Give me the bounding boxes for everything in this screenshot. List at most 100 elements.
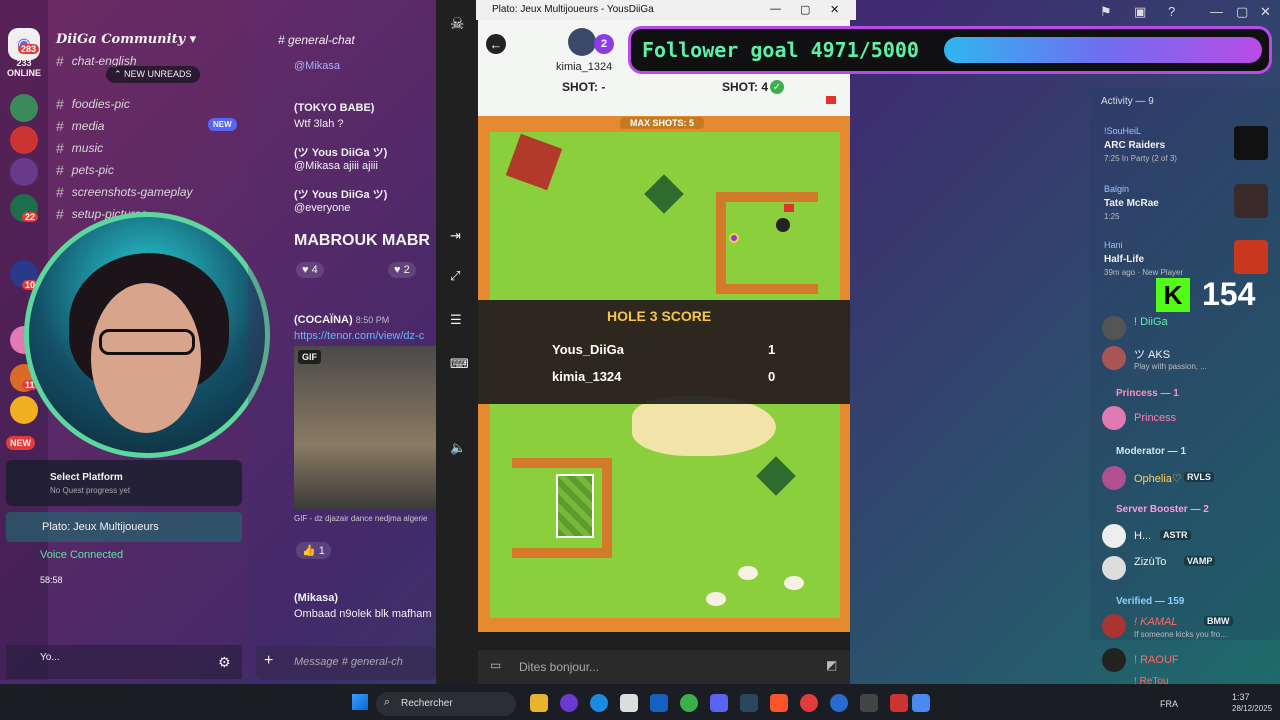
message-author[interactable]: (Mikasa) <box>294 592 338 604</box>
channel-media[interactable]: # media <box>56 118 104 134</box>
close-app-button[interactable]: ✕ <box>1260 4 1271 20</box>
window-left-toolbar <box>436 0 478 684</box>
score-player-name: Yous_DiiGa <box>552 342 625 357</box>
gif-embed[interactable] <box>294 346 436 510</box>
minimize-button[interactable]: — <box>770 3 781 15</box>
activity-user[interactable]: !SouHeiL <box>1104 126 1141 136</box>
keyboard-icon[interactable]: ⌨ <box>450 356 469 372</box>
inbox-icon[interactable]: ⚑ <box>1100 4 1112 20</box>
back-arrow-icon[interactable]: ← <box>486 34 506 54</box>
help-icon[interactable]: ? <box>1168 4 1175 19</box>
message-author[interactable]: (COCAÏNA) 8:50 PM <box>294 314 389 326</box>
channel-pets-pic[interactable]: # pets-pic <box>56 162 114 178</box>
shot-count-right: SHOT: 4 <box>722 80 769 94</box>
heart-reaction[interactable]: ♥ 4 <box>296 262 324 278</box>
member-name[interactable]: ! DiiGa <box>1134 316 1168 328</box>
channel-foodies-pic[interactable]: # foodies-pic <box>56 96 130 112</box>
maximize-button[interactable]: ▢ <box>800 3 810 16</box>
steam-icon[interactable] <box>740 694 758 712</box>
plato-taskbar-icon[interactable] <box>912 694 930 712</box>
member-tag: VAMP <box>1184 556 1216 566</box>
exit-icon[interactable]: ⇥ <box>450 228 461 244</box>
app-icon[interactable] <box>830 694 848 712</box>
activity-user[interactable]: Balgin <box>1104 184 1129 194</box>
activity-section-title: Activity — 9 <box>1101 96 1154 107</box>
add-attachment-icon[interactable]: + <box>264 652 273 670</box>
activity-user[interactable]: Hani <box>1104 240 1123 250</box>
gif-link[interactable]: https://tenor.com/view/dz-c <box>294 330 424 342</box>
windows-start-icon[interactable] <box>352 694 368 710</box>
discord-icon[interactable] <box>710 694 728 712</box>
server-icon[interactable] <box>10 94 38 122</box>
speaker-icon[interactable]: 🔈 <box>450 440 466 456</box>
member-tag: ASTR <box>1160 530 1191 540</box>
mail-icon[interactable] <box>650 694 668 712</box>
player-avatar[interactable] <box>568 28 596 56</box>
member-name[interactable]: Ophelia♡ <box>1134 472 1182 485</box>
member-name[interactable]: Princess <box>1134 412 1176 424</box>
reaction[interactable]: ♥ 2 <box>388 262 416 278</box>
avatar[interactable] <box>1102 316 1126 340</box>
member-name[interactable]: ! KAMAL <box>1134 616 1177 628</box>
message-mention[interactable]: @Mikasa <box>294 60 340 72</box>
channel-screenshots-gameplay[interactable]: # screenshots-gameplay <box>56 184 193 200</box>
message-author[interactable]: (ツ Yous DiiGa ツ) <box>294 144 387 160</box>
file-explorer-icon[interactable] <box>530 694 548 712</box>
avatar[interactable] <box>1102 648 1126 672</box>
avatar[interactable] <box>1102 466 1126 490</box>
message-author[interactable]: (TOKYO BABE) <box>294 102 374 114</box>
server-icon[interactable] <box>10 158 38 186</box>
check-icon: ✓ <box>770 80 784 94</box>
music-thumbnail <box>1234 184 1268 218</box>
chrome-icon[interactable] <box>680 694 698 712</box>
expand-icon[interactable]: ⤢ <box>450 268 460 284</box>
new-unreads-pill[interactable]: ⌃ NEW UNREADS <box>106 66 200 83</box>
brave-icon[interactable] <box>770 694 788 712</box>
member-name[interactable]: ツ AKS <box>1134 346 1170 362</box>
opera-icon[interactable] <box>800 694 818 712</box>
member-name[interactable]: H... <box>1134 530 1151 542</box>
quest-card[interactable] <box>6 460 242 506</box>
gif-reaction[interactable]: 👍 1 <box>296 542 331 559</box>
app-icon[interactable] <box>890 694 908 712</box>
activity-name: Plato: Jeux Multijoueurs <box>42 521 159 533</box>
language-indicator[interactable]: FRA <box>1160 699 1178 709</box>
course-wall <box>716 192 726 292</box>
sheep-obstacle <box>784 576 804 590</box>
avatar[interactable] <box>1102 406 1126 430</box>
avatar[interactable] <box>1102 614 1126 638</box>
app-icon[interactable] <box>560 694 578 712</box>
edge-icon[interactable] <box>590 694 608 712</box>
settings-gear-icon[interactable]: ⚙ <box>218 654 231 671</box>
user-name[interactable]: Yo... <box>40 652 60 663</box>
sliders-icon[interactable]: ☰ <box>450 312 462 328</box>
avatar[interactable] <box>1102 346 1126 370</box>
avatar[interactable] <box>1102 524 1126 548</box>
voice-connected-status[interactable]: Voice Connected <box>40 549 123 561</box>
message-text: @everyone <box>294 202 351 214</box>
shot-count-left: SHOT: - <box>562 80 606 94</box>
screen-icon[interactable]: ▣ <box>1134 4 1146 20</box>
avatar[interactable] <box>1102 556 1126 580</box>
close-button[interactable]: ✕ <box>830 3 839 16</box>
course-wall <box>512 548 612 558</box>
member-name[interactable]: ZizùTo <box>1134 556 1166 568</box>
skull-icon[interactable]: ☠ <box>450 14 464 34</box>
minimize-app-button[interactable]: — <box>1210 4 1223 19</box>
server-name[interactable]: DiiGa Community ▾ <box>56 32 196 47</box>
server-badge: 22 <box>22 212 39 222</box>
app-icon[interactable] <box>860 694 878 712</box>
sticker-icon[interactable]: ◩ <box>826 658 837 672</box>
server-icon[interactable] <box>10 396 38 424</box>
store-icon[interactable] <box>620 694 638 712</box>
clock-date[interactable]: 28/12/2025 <box>1232 704 1272 713</box>
server-icon[interactable] <box>10 126 38 154</box>
maximize-app-button[interactable]: ▢ <box>1236 4 1248 20</box>
golf-hole <box>776 218 790 232</box>
section-title-moderator: Moderator — 1 <box>1116 446 1187 457</box>
webcam-overlay <box>24 212 270 458</box>
member-name[interactable]: ! RAOUF <box>1134 654 1179 666</box>
channel-music[interactable]: # music <box>56 140 103 156</box>
clock-time[interactable]: 1:37 <box>1232 692 1250 702</box>
message-author[interactable]: (ツ Yous DiiGa ツ) <box>294 186 387 202</box>
